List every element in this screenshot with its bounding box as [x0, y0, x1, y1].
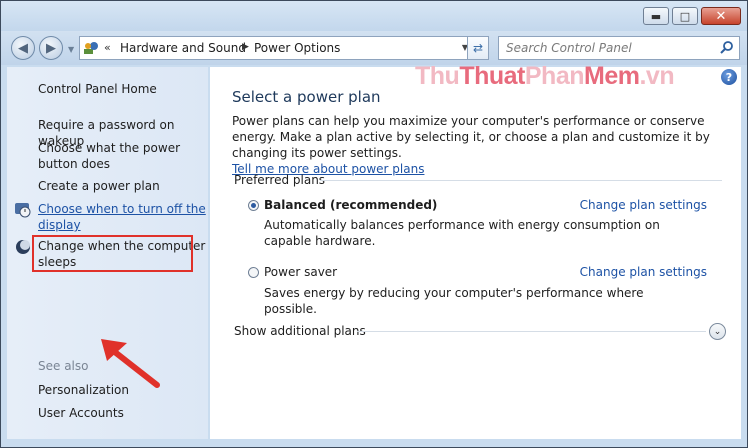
breadcrumb-overflow-chevron[interactable]: «: [104, 41, 111, 54]
close-icon: ✕: [715, 8, 727, 24]
address-bar[interactable]: « Hardware and Sound ▶ Power Options ▼: [79, 36, 489, 60]
power-saver-plan-radio[interactable]: [248, 267, 259, 278]
power-saver-change-settings-link[interactable]: Change plan settings: [580, 265, 707, 279]
watermark-part-thuat: Thuat: [459, 62, 525, 90]
sidebar-item-turn-off-display[interactable]: Choose when to turn off the display: [38, 201, 206, 233]
balanced-plan-name[interactable]: Balanced (recommended): [264, 198, 437, 212]
page-title: Select a power plan: [232, 88, 381, 106]
see-also-user-accounts[interactable]: User Accounts: [38, 405, 206, 421]
watermark-part-thu: Thu: [415, 62, 460, 90]
balanced-plan-description: Automatically balances performance with …: [264, 218, 660, 248]
sleep-moon-icon: [16, 240, 30, 254]
see-also-personalization[interactable]: Personalization: [38, 382, 206, 398]
recent-pages-dropdown-icon[interactable]: ▼: [68, 45, 74, 54]
title-bar: ▬ □ ✕: [1, 1, 747, 31]
close-button[interactable]: ✕: [701, 7, 741, 25]
sidebar-item-create-plan[interactable]: Create a power plan: [38, 178, 206, 194]
minimize-icon: ▬: [650, 9, 662, 23]
additional-plans-divider: [357, 331, 706, 332]
navigation-bar: ◀ ▶ ▼ « Hardware and Sound ▶ Power Optio…: [1, 31, 747, 65]
see-also-heading: See also: [38, 359, 89, 373]
balanced-change-settings-link[interactable]: Change plan settings: [580, 198, 707, 212]
refresh-button[interactable]: ⇄: [467, 36, 489, 60]
left-navigation-pane: Control Panel Home Require a password on…: [7, 67, 208, 439]
maximize-button[interactable]: □: [672, 7, 698, 25]
main-content-pane: ThuThuatPhanMem.vn ? Select a power plan…: [210, 62, 741, 439]
back-arrow-icon: ◀: [18, 40, 28, 56]
preferred-plans-label: Preferred plans: [234, 173, 326, 187]
search-placeholder: Search Control Panel: [506, 41, 632, 55]
power-options-window: ▬ □ ✕ ◀ ▶ ▼ « Hardware and Sound ▶ Power…: [0, 0, 748, 448]
search-icon[interactable]: [719, 40, 735, 56]
breadcrumb-hardware-and-sound[interactable]: Hardware and Sound: [120, 41, 246, 55]
display-timer-icon: [15, 203, 31, 218]
group-divider: [320, 180, 722, 181]
refresh-icon: ⇄: [472, 41, 484, 55]
maximize-icon: □: [679, 9, 691, 23]
watermark-part-vn: .vn: [639, 62, 675, 90]
watermark: ThuThuatPhanMem.vn: [415, 62, 675, 91]
description-text: Power plans can help you maximize your c…: [232, 114, 710, 160]
minimize-button[interactable]: ▬: [643, 7, 669, 25]
page-description: Power plans can help you maximize your c…: [232, 113, 732, 177]
caption-buttons: ▬ □ ✕: [640, 7, 741, 25]
expand-chevron-icon[interactable]: ⌄: [709, 323, 726, 340]
breadcrumb-power-options[interactable]: Power Options: [254, 41, 340, 55]
search-box[interactable]: Search Control Panel: [498, 36, 740, 60]
show-additional-plans-label[interactable]: Show additional plans: [234, 324, 366, 338]
forward-arrow-icon: ▶: [46, 40, 56, 56]
watermark-part-mem: Mem: [584, 62, 640, 90]
power-saver-plan-description: Saves energy by reducing your computer's…: [264, 286, 644, 316]
control-panel-home-link[interactable]: Control Panel Home: [38, 81, 206, 97]
highlight-box: [32, 235, 193, 272]
help-icon[interactable]: ?: [721, 69, 737, 85]
power-saver-plan-name[interactable]: Power saver: [264, 265, 337, 279]
watermark-part-phan: Phan: [524, 62, 585, 90]
forward-button[interactable]: ▶: [39, 36, 63, 60]
back-button[interactable]: ◀: [11, 36, 35, 60]
control-panel-icon: [84, 42, 98, 54]
sidebar-item-power-button[interactable]: Choose what the power button does: [38, 140, 206, 172]
breadcrumb-separator-icon[interactable]: ▶: [242, 42, 249, 52]
balanced-plan-radio[interactable]: [248, 200, 259, 211]
